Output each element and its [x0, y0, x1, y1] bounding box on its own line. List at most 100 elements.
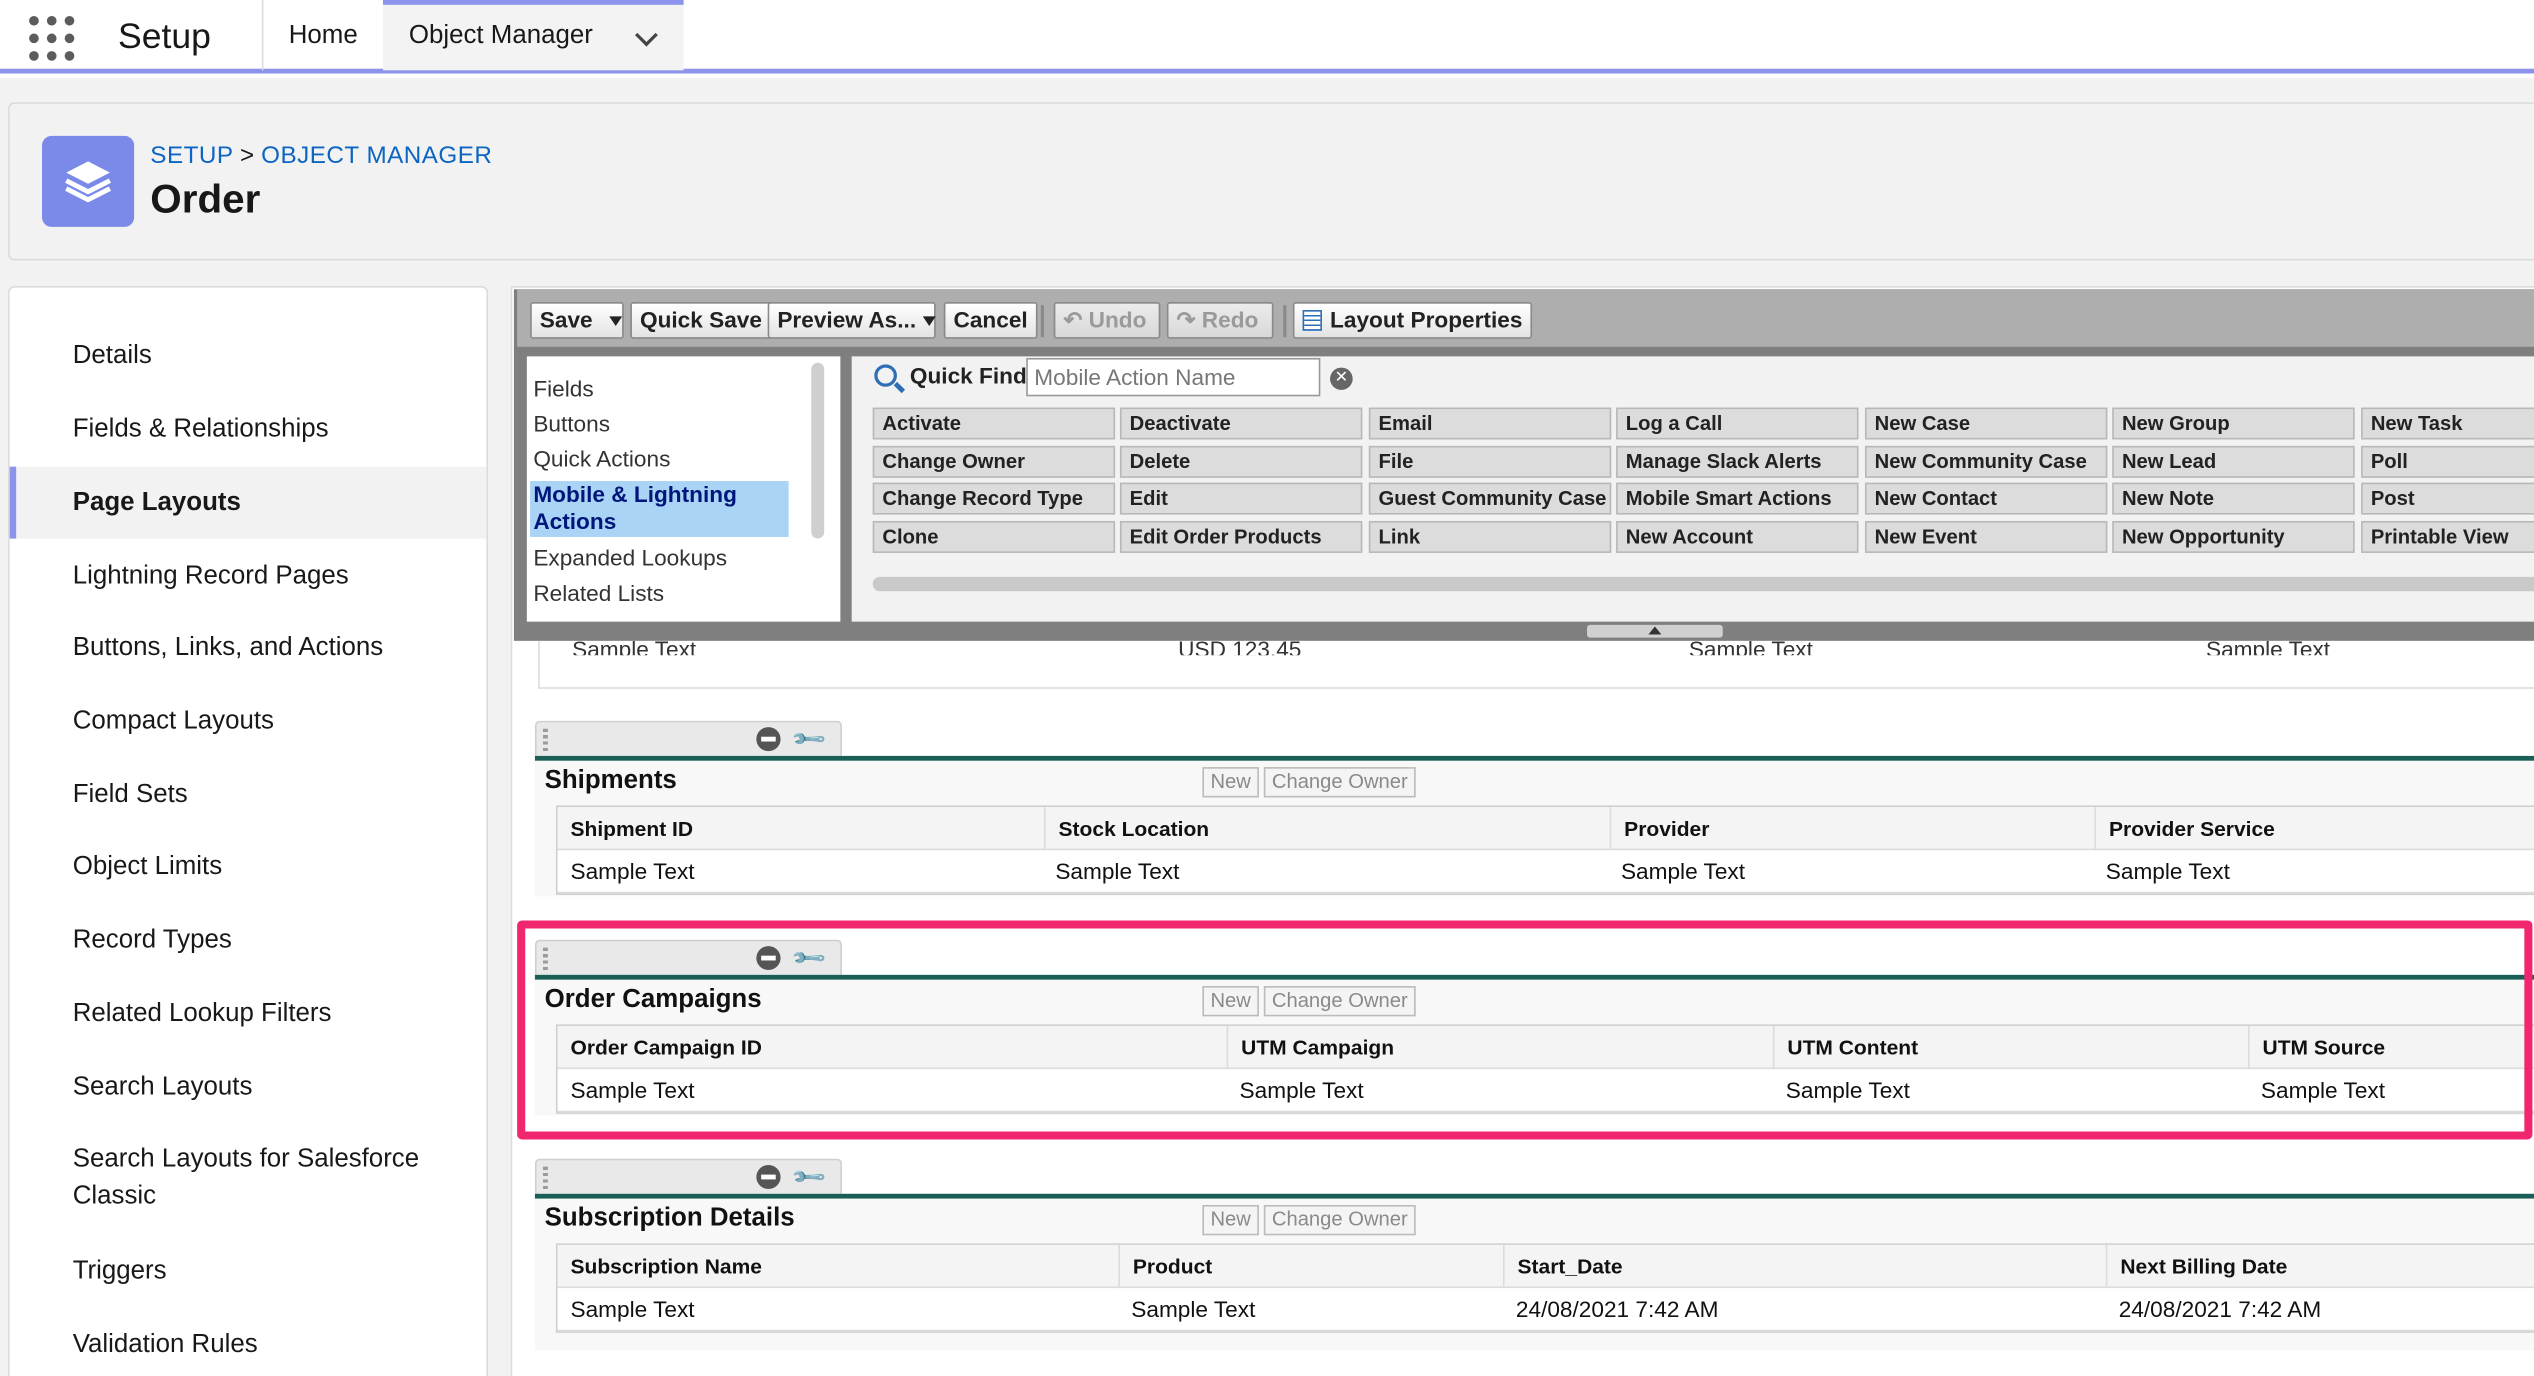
remove-icon[interactable]: [756, 1165, 781, 1189]
sidebar-item-validation-rules[interactable]: Validation Rules: [10, 1326, 487, 1363]
new-button[interactable]: New: [1202, 1204, 1259, 1236]
palette-action-item[interactable]: Email: [1368, 407, 1612, 440]
palette-action-item[interactable]: New Task: [2361, 407, 2534, 440]
sidebar-item-fields-relationships[interactable]: Fields & Relationships: [10, 411, 487, 448]
quick-find-input[interactable]: Mobile Action Name: [1026, 357, 1321, 397]
palette-action-item[interactable]: Mobile Smart Actions: [1616, 482, 1859, 515]
palette-action-item[interactable]: Activate: [872, 407, 1116, 440]
palette-action-item[interactable]: Edit Order Products: [1119, 520, 1363, 553]
search-icon: [874, 364, 897, 387]
save-button[interactable]: Save: [530, 302, 624, 339]
palette-action-item[interactable]: New Group: [2112, 407, 2355, 440]
column-header: Product: [1118, 1244, 1503, 1289]
partial-cell: Sample Text: [2205, 640, 2331, 656]
category-related-lists[interactable]: Related Lists: [533, 580, 788, 607]
toolbar-divider: [1283, 305, 1287, 338]
category-quick-actions[interactable]: Quick Actions: [533, 446, 788, 473]
sidebar-item-related-lookup-filters[interactable]: Related Lookup Filters: [10, 996, 487, 1033]
redo-button[interactable]: ↷ Redo: [1166, 302, 1274, 339]
palette-action-item[interactable]: Poll: [2361, 445, 2534, 478]
undo-button[interactable]: ↶ Undo: [1053, 302, 1161, 339]
palette-action-item[interactable]: Change Record Type: [872, 482, 1116, 515]
wrench-icon[interactable]: 🔧: [790, 720, 829, 759]
change-owner-button[interactable]: Change Owner: [1263, 1204, 1416, 1236]
palette-action-item[interactable]: Manage Slack Alerts: [1616, 445, 1859, 478]
palette-action-item[interactable]: New Lead: [2112, 445, 2355, 478]
sidebar-item-record-types[interactable]: Record Types: [10, 922, 487, 959]
palette-action-item[interactable]: Edit: [1119, 482, 1363, 515]
tab-object-manager-label: Object Manager: [408, 22, 593, 50]
sidebar-item-details[interactable]: Details: [10, 337, 487, 374]
section-title: Shipments: [544, 767, 677, 795]
save-dropdown-icon[interactable]: [608, 316, 622, 327]
section-body: Shipments New Change Owner Shipment ID S…: [534, 755, 2534, 897]
category-scrollbar[interactable]: [811, 362, 825, 539]
section-body: Subscription Details New Change Owner Su…: [534, 1193, 2534, 1351]
sidebar-item-page-layouts[interactable]: Page Layouts: [9, 466, 487, 539]
palette-action-item[interactable]: New Community Case: [1864, 445, 2108, 478]
section-handle[interactable]: 🔧: [534, 1158, 842, 1197]
palette-action-item[interactable]: Printable View: [2361, 520, 2534, 553]
table-cell: Sample Text: [2105, 858, 2230, 884]
category-fields[interactable]: Fields: [533, 376, 788, 403]
sidebar-item-compact-layouts[interactable]: Compact Layouts: [10, 703, 487, 740]
palette-action-item[interactable]: New Contact: [1864, 482, 2108, 515]
palette-action-item[interactable]: New Opportunity: [2112, 520, 2355, 553]
partial-cell: Sample Text: [1688, 640, 1813, 656]
partial-detail-row: Sample Text USD 123.45 Sample Text Sampl…: [538, 640, 2534, 689]
palette-action-item[interactable]: New Event: [1864, 520, 2108, 553]
column-header: Provider: [1609, 807, 2095, 851]
app-launcher-icon[interactable]: [29, 15, 75, 61]
sidebar-item-triggers[interactable]: Triggers: [10, 1253, 487, 1290]
table-cell: Sample Text: [1620, 858, 1746, 884]
quick-save-button[interactable]: Quick Save: [630, 302, 772, 339]
palette-action-item[interactable]: Guest Community Case: [1368, 482, 1612, 515]
column-header: Stock Location: [1044, 807, 1610, 851]
palette-action-item[interactable]: Link: [1368, 520, 1612, 553]
chevron-down-icon[interactable]: [635, 23, 658, 47]
sidebar-item-lightning-record-pages[interactable]: Lightning Record Pages: [10, 558, 487, 595]
palette-action-item[interactable]: Deactivate: [1119, 407, 1363, 440]
palette-action-item[interactable]: File: [1368, 445, 1612, 478]
section-handle[interactable]: 🔧: [534, 720, 842, 759]
drag-handle-icon[interactable]: [543, 1166, 548, 1189]
table-row: Sample Text Sample Text Sample Text Samp…: [557, 850, 2534, 894]
new-button[interactable]: New: [1202, 767, 1259, 798]
palette-action-item[interactable]: Post: [2361, 482, 2534, 515]
drag-handle-icon[interactable]: [543, 728, 548, 752]
sidebar-item-object-limits[interactable]: Object Limits: [10, 849, 487, 886]
sidebar-item-search-layouts-classic[interactable]: Search Layouts for Salesforce Classic: [10, 1141, 446, 1215]
save-label: Save: [539, 306, 593, 333]
breadcrumb-object-manager[interactable]: OBJECT MANAGER: [261, 142, 492, 169]
layers-icon: [42, 135, 135, 227]
palette-collapse-handle[interactable]: [1587, 624, 1723, 638]
preview-as-button[interactable]: Preview As...: [767, 302, 936, 339]
palette-horizontal-scrollbar[interactable]: [872, 576, 2534, 592]
palette-action-item[interactable]: New Account: [1616, 520, 1859, 553]
palette-action-item[interactable]: Delete: [1119, 445, 1363, 478]
tab-home[interactable]: Home: [261, 0, 383, 71]
category-mobile-lightning-actions[interactable]: Mobile & Lightning Actions: [530, 481, 789, 537]
table-row: Sample Text Sample Text 24/08/2021 7:42 …: [557, 1288, 2534, 1332]
palette-action-item[interactable]: Change Owner: [872, 445, 1116, 478]
sidebar-item-buttons-links-actions[interactable]: Buttons, Links, and Actions: [10, 630, 487, 667]
layout-properties-button[interactable]: Layout Properties: [1292, 302, 1533, 339]
cancel-button[interactable]: Cancel: [943, 302, 1038, 339]
table-cell: 24/08/2021 7:42 AM: [2118, 1296, 2322, 1322]
remove-icon[interactable]: [756, 727, 781, 752]
category-expanded-lookups[interactable]: Expanded Lookups: [533, 545, 788, 572]
sidebar-item-field-sets[interactable]: Field Sets: [10, 777, 487, 814]
category-buttons[interactable]: Buttons: [533, 411, 788, 438]
wrench-icon[interactable]: 🔧: [790, 1158, 829, 1197]
palette-action-item[interactable]: Clone: [872, 520, 1116, 553]
change-owner-button[interactable]: Change Owner: [1263, 767, 1416, 798]
section-title: Subscription Details: [544, 1204, 795, 1233]
breadcrumb-separator: >: [240, 142, 255, 170]
palette-action-item[interactable]: Log a Call: [1616, 407, 1859, 440]
clear-search-icon[interactable]: ✕: [1330, 367, 1353, 390]
breadcrumb-setup[interactable]: SETUP: [150, 142, 233, 169]
palette-action-item[interactable]: New Case: [1864, 407, 2108, 440]
tab-object-manager[interactable]: Object Manager: [383, 0, 684, 71]
palette-action-item[interactable]: New Note: [2112, 482, 2355, 515]
sidebar-item-search-layouts[interactable]: Search Layouts: [10, 1069, 487, 1106]
